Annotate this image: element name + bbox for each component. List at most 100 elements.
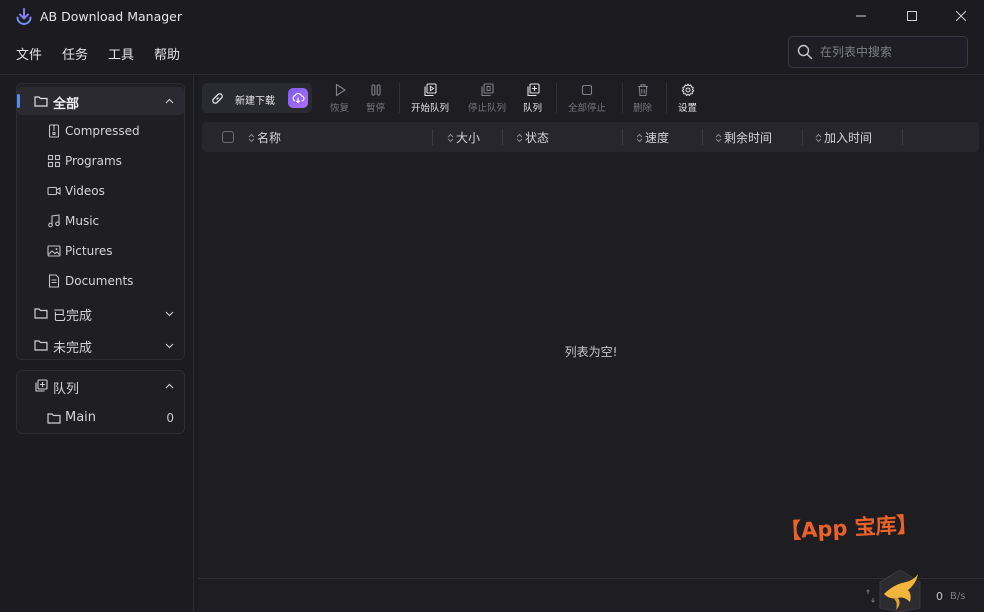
column-header-name[interactable]: 名称 (248, 129, 281, 146)
queue-count: 0 (166, 411, 174, 425)
column-header-speed[interactable]: 速度 (636, 129, 669, 146)
sidebar-item-label: 未完成 (53, 341, 93, 356)
sort-icon (516, 133, 523, 142)
sort-icon (636, 133, 643, 142)
sidebar-item-label: Documents (65, 274, 134, 288)
status-bar-divider (198, 578, 984, 579)
empty-list-message: 列表为空! (564, 345, 618, 359)
link-icon (212, 93, 223, 104)
chevron-down-icon[interactable] (165, 341, 174, 350)
document-icon (48, 274, 60, 288)
resume-label: 恢复 (330, 103, 350, 114)
pause-button[interactable]: 暂停 (366, 81, 385, 115)
sort-icon (447, 133, 454, 142)
settings-button[interactable]: 设置 (678, 81, 697, 115)
column-separator[interactable] (702, 129, 703, 145)
menu-tasks[interactable]: 任务 (60, 42, 90, 64)
queue-button[interactable]: 队列 (523, 81, 542, 115)
archive-icon (48, 124, 60, 138)
start-queue-label: 开始队列 (411, 103, 450, 114)
sort-icon (715, 133, 722, 142)
sidebar-item-pictures[interactable]: Pictures (17, 237, 184, 265)
stop-icon (581, 84, 593, 96)
maximize-icon (907, 11, 917, 21)
play-icon (335, 83, 346, 97)
delete-label: 删除 (633, 103, 653, 114)
pause-label: 暂停 (366, 103, 386, 114)
chevron-up-icon[interactable] (165, 97, 174, 106)
download-speed-value: 0 (936, 590, 943, 603)
folder-icon (47, 413, 61, 424)
settings-label: 设置 (678, 103, 698, 114)
minimize-icon (856, 15, 866, 17)
column-separator[interactable] (622, 129, 623, 145)
stop-queue-button[interactable]: 停止队列 (468, 81, 506, 115)
column-header-added[interactable]: 加入时间 (815, 129, 872, 146)
close-button[interactable] (938, 0, 984, 32)
column-separator[interactable] (432, 129, 433, 145)
column-header-label: 大小 (456, 131, 481, 145)
new-download-label: 新建下载 (235, 96, 275, 107)
queue-stack-icon (35, 379, 48, 392)
select-all-checkbox[interactable] (222, 131, 234, 143)
sidebar-item-unfinished[interactable]: 未完成 (17, 331, 184, 359)
sidebar-item-label: Pictures (65, 244, 113, 258)
trash-icon (637, 84, 648, 97)
sidebar-item-queues[interactable]: 队列 (17, 372, 184, 400)
folder-icon (34, 340, 48, 351)
column-separator[interactable] (902, 129, 903, 145)
column-header-remaining[interactable]: 剩余时间 (715, 129, 772, 146)
sidebar-item-music[interactable]: Music (17, 207, 184, 235)
sidebar-item-programs[interactable]: Programs (17, 147, 184, 175)
start-queue-button[interactable]: 开始队列 (411, 81, 449, 115)
sidebar-item-documents[interactable]: Documents (17, 267, 184, 295)
toolbar-separator (399, 83, 400, 113)
column-header-size[interactable]: 大小 (447, 129, 480, 146)
menu-help[interactable]: 帮助 (152, 42, 182, 64)
column-header-label: 名称 (257, 131, 282, 145)
search-box[interactable] (788, 36, 968, 68)
sort-icon (815, 133, 822, 142)
menu-file[interactable]: 文件 (14, 42, 44, 64)
cloud-download-icon[interactable] (288, 88, 308, 108)
sidebar-item-queue-main[interactable]: Main 0 (17, 404, 184, 432)
sidebar-item-finished[interactable]: 已完成 (17, 299, 184, 327)
active-indicator (17, 94, 20, 108)
sidebar-item-label: Main (65, 410, 97, 425)
sidebar-item-label: Videos (65, 184, 105, 198)
queues-panel: 队列 Main 0 (16, 370, 185, 434)
sidebar-item-all[interactable]: 全部 (17, 87, 184, 115)
chevron-down-icon[interactable] (165, 309, 174, 318)
column-separator[interactable] (802, 129, 803, 145)
search-icon (797, 44, 813, 60)
folder-icon (34, 96, 48, 107)
sidebar-item-videos[interactable]: Videos (17, 177, 184, 205)
sidebar-item-compressed[interactable]: Compressed (17, 117, 184, 145)
pause-icon (370, 84, 381, 96)
new-download-button[interactable]: 新建下载 (202, 83, 312, 113)
stop-all-label: 全部停止 (568, 103, 607, 114)
stop-all-button[interactable]: 全部停止 (568, 81, 606, 115)
sidebar-divider (193, 75, 194, 612)
watermark-bird-logo-icon (879, 569, 921, 612)
search-input[interactable] (820, 45, 960, 59)
column-separator[interactable] (502, 129, 503, 145)
gear-icon (681, 83, 694, 96)
sidebar-item-label: Music (65, 214, 100, 228)
minimize-button[interactable] (838, 0, 884, 32)
chevron-up-icon[interactable] (165, 382, 174, 391)
maximize-button[interactable] (889, 0, 935, 32)
apps-grid-icon (47, 154, 61, 168)
stop-queue-icon (481, 83, 494, 97)
sidebar-item-label: 已完成 (53, 309, 93, 324)
column-header-label: 剩余时间 (724, 131, 773, 145)
sort-icon (248, 133, 255, 142)
categories-panel: 全部 Compressed Programs Videos Music Pict… (16, 83, 185, 360)
toolbar-separator (556, 83, 557, 113)
delete-button[interactable]: 删除 (633, 81, 652, 115)
queue-icon (526, 83, 540, 97)
menu-tools[interactable]: 工具 (106, 42, 136, 64)
column-header-status[interactable]: 状态 (516, 129, 549, 146)
toolbar-separator (666, 83, 667, 113)
resume-button[interactable]: 恢复 (330, 81, 349, 115)
